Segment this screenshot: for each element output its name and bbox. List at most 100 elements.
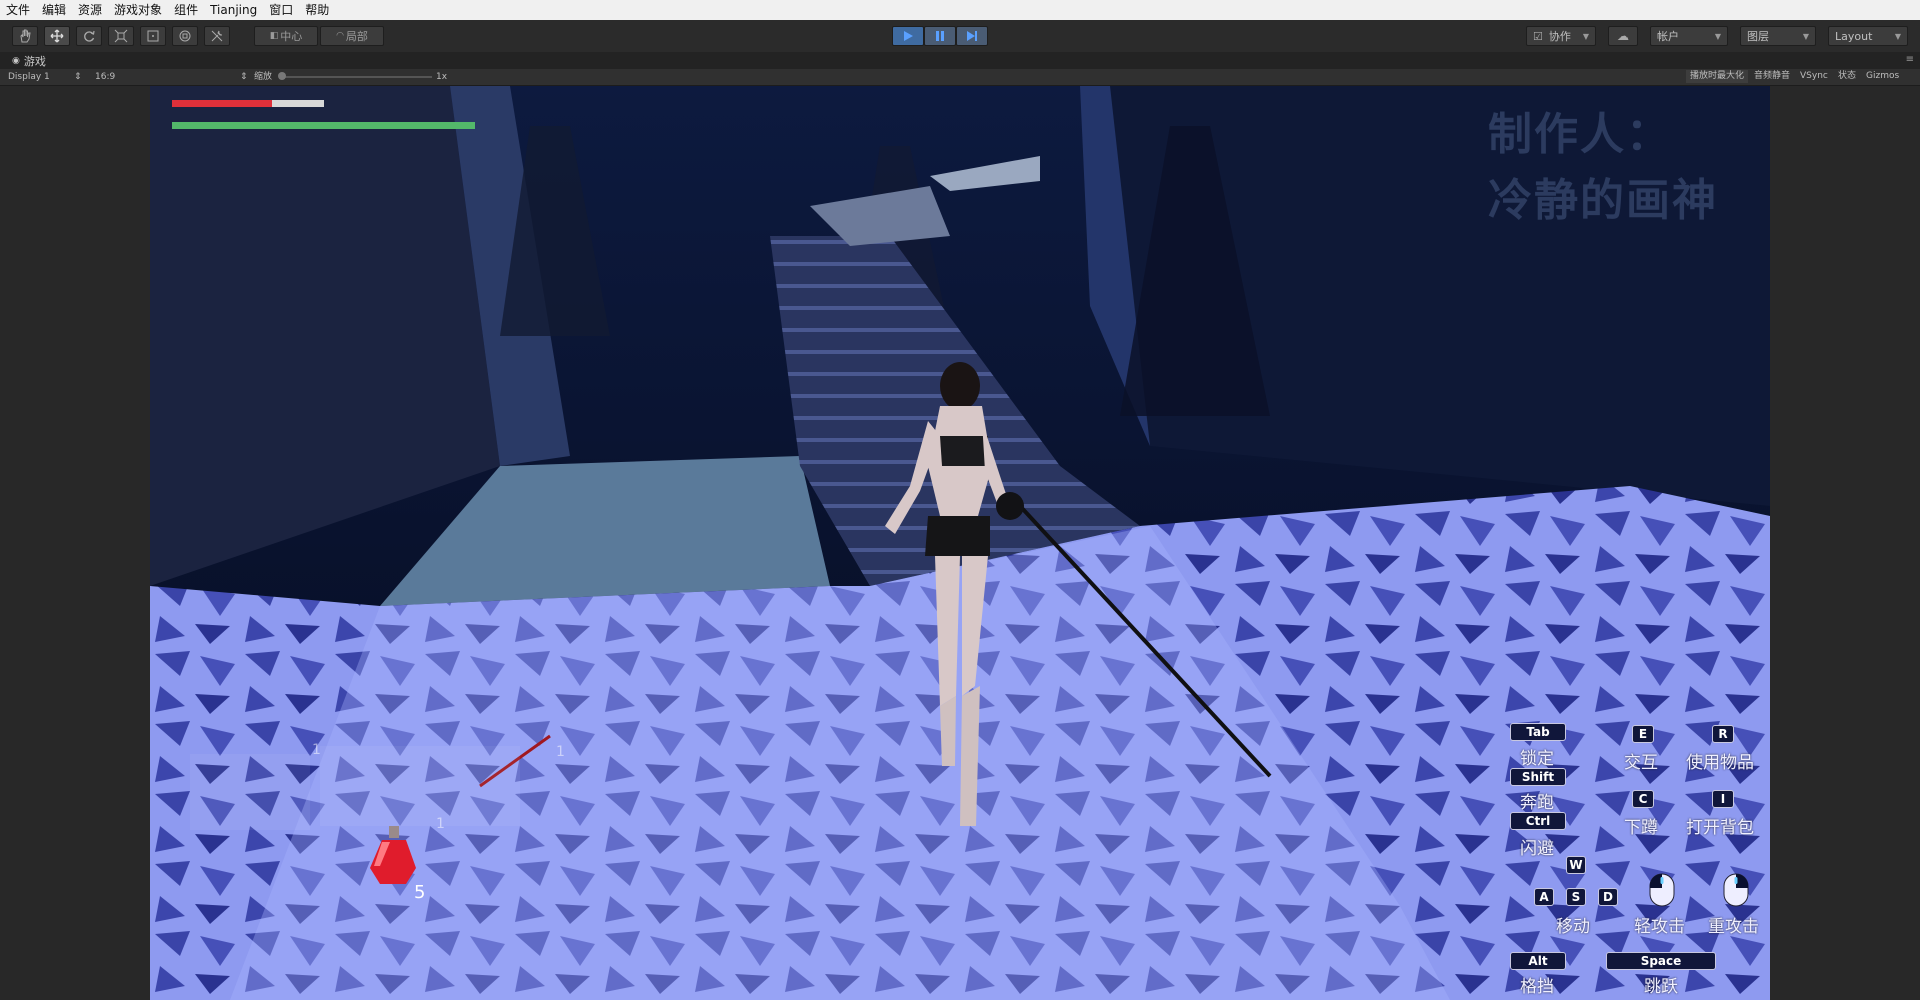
key-e: E (1632, 725, 1654, 743)
chevron-down-icon: ▼ (1714, 31, 1721, 41)
label-lock: 锁定 (1520, 749, 1554, 769)
key-ctrl: Ctrl (1510, 812, 1566, 830)
key-tab: Tab (1510, 723, 1566, 741)
pivot-toggle-button[interactable]: ◧ 中心 (254, 26, 318, 46)
custom-tool-button[interactable] (204, 26, 230, 46)
cloud-icon: ☁ (1617, 29, 1629, 43)
hand-tool-button[interactable] (12, 26, 38, 46)
vsync-toggle[interactable]: VSync (1796, 70, 1832, 83)
menu-component[interactable]: 组件 (168, 0, 204, 20)
tab-menu-icon[interactable]: ≡ (1906, 54, 1914, 65)
credit-text: 制作人： 冷静的画神 (1488, 102, 1738, 234)
mute-audio-toggle[interactable]: 音频静音 (1750, 70, 1794, 83)
stamina-bar (172, 122, 475, 129)
pause-icon (936, 31, 944, 41)
key-space: Space (1606, 952, 1716, 970)
mouse-left-icon (1649, 873, 1675, 907)
menu-gameobject[interactable]: 游戏对象 (108, 0, 168, 20)
space-toggle-button[interactable]: ◠ 局部 (320, 26, 384, 46)
game-pad-icon: ◉ (12, 56, 20, 66)
scale-tool-button[interactable] (108, 26, 134, 46)
account-label: 帐户 (1657, 30, 1679, 43)
game-view-bar: Display 1 ⇕ 16:9 ⇕ 缩放 1x 播放时最大化 音频静音 VSy… (0, 69, 1920, 86)
tab-bar: ◉ 游戏 ≡ (0, 52, 1920, 69)
key-shift: Shift (1510, 768, 1566, 786)
layers-label: 图层 (1747, 30, 1769, 43)
step-icon (967, 31, 977, 41)
scale-slider-thumb[interactable] (278, 72, 286, 80)
collab-dropdown[interactable]: ☑ 协作 ▼ (1526, 26, 1596, 46)
maximize-on-play-toggle[interactable]: 播放时最大化 (1686, 70, 1749, 83)
move-tool-button[interactable] (44, 26, 70, 46)
key-i: I (1712, 790, 1734, 808)
scale-label: 缩放 (254, 72, 273, 82)
mouse-right-icon (1723, 873, 1749, 907)
stamina-bar-fill (172, 122, 475, 129)
label-crouch: 下蹲 (1624, 818, 1658, 838)
label-move: 移动 (1556, 917, 1590, 937)
display-dropdown[interactable]: Display 1 (8, 71, 50, 83)
potion-count: 5 (414, 882, 426, 903)
layout-dropdown[interactable]: Layout ▼ (1828, 26, 1908, 46)
chevron-updown-icon: ⇕ (74, 72, 82, 82)
toolbar: ◧ 中心 ◠ 局部 ☑ 协作 ▼ ☁ 帐户 ▼ 图层 ▼ Layout ▼ (0, 20, 1920, 53)
slot-number: 1 (556, 744, 565, 760)
layers-dropdown[interactable]: 图层 ▼ (1740, 26, 1816, 46)
local-icon: ◠ (336, 31, 344, 41)
label-block: 格挡 (1520, 977, 1554, 997)
cloud-button[interactable]: ☁ (1608, 26, 1638, 46)
layout-label: Layout (1835, 29, 1873, 43)
hand-icon (20, 29, 31, 43)
key-s: S (1566, 888, 1586, 906)
credit-line1: 制作人： (1488, 109, 1672, 160)
rotate-icon (84, 30, 95, 42)
chevron-down-icon: ▼ (1802, 31, 1809, 41)
game-viewport[interactable]: 制作人： 冷静的画神 1 1 1 5 Tab 锁定 Shift 奔跑 Ctrl … (150, 86, 1770, 1000)
key-d: D (1598, 888, 1618, 906)
wrench-icon (211, 30, 223, 42)
credit-line2: 冷静的画神 (1488, 175, 1718, 226)
key-w: W (1566, 856, 1586, 874)
play-button[interactable] (892, 26, 924, 46)
menu-file[interactable]: 文件 (0, 0, 36, 20)
label-jump: 跳跃 (1644, 977, 1678, 997)
gizmos-dropdown[interactable]: Gizmos (1862, 70, 1903, 83)
scale-slider-track[interactable] (282, 76, 432, 78)
rotate-tool-button[interactable] (76, 26, 102, 46)
quick-slot (190, 754, 310, 830)
step-button[interactable] (956, 26, 988, 46)
menu-window[interactable]: 窗口 (263, 0, 299, 20)
menu-help[interactable]: 帮助 (299, 0, 335, 20)
quick-slot (320, 746, 520, 826)
transform-tool-button[interactable] (172, 26, 198, 46)
menu-tianjing[interactable]: Tianjing (204, 0, 263, 20)
menu-edit[interactable]: 编辑 (36, 0, 72, 20)
slot-number: 1 (436, 816, 445, 832)
label-run: 奔跑 (1520, 793, 1554, 813)
slot-number: 1 (312, 742, 321, 758)
play-icon (904, 31, 913, 41)
move-arrows-icon (50, 29, 64, 43)
aspect-dropdown[interactable]: 16:9 (95, 71, 115, 83)
scale-value: 1x (436, 72, 448, 82)
label-light-attack: 轻攻击 (1634, 917, 1685, 937)
menu-bar: 文件 编辑 资源 游戏对象 组件 Tianjing 窗口 帮助 (0, 0, 1920, 20)
menu-assets[interactable]: 资源 (72, 0, 108, 20)
chevron-down-icon: ▼ (1894, 31, 1901, 41)
key-r: R (1712, 725, 1734, 743)
key-a: A (1534, 888, 1554, 906)
tab-game[interactable]: ◉ 游戏 (6, 53, 52, 69)
key-c: C (1632, 790, 1654, 808)
stats-toggle[interactable]: 状态 (1834, 70, 1860, 83)
label-heavy-attack: 重攻击 (1708, 917, 1759, 937)
pause-button[interactable] (924, 26, 956, 46)
key-alt: Alt (1510, 952, 1566, 970)
health-bar (172, 100, 324, 107)
scale-icon (114, 29, 128, 43)
account-dropdown[interactable]: 帐户 ▼ (1650, 26, 1728, 46)
pivot-label: 中心 (280, 30, 303, 43)
label-interact: 交互 (1624, 753, 1658, 773)
rect-tool-button[interactable] (140, 26, 166, 46)
health-bar-fill (172, 100, 273, 107)
pivot-icon: ◧ (269, 31, 279, 41)
